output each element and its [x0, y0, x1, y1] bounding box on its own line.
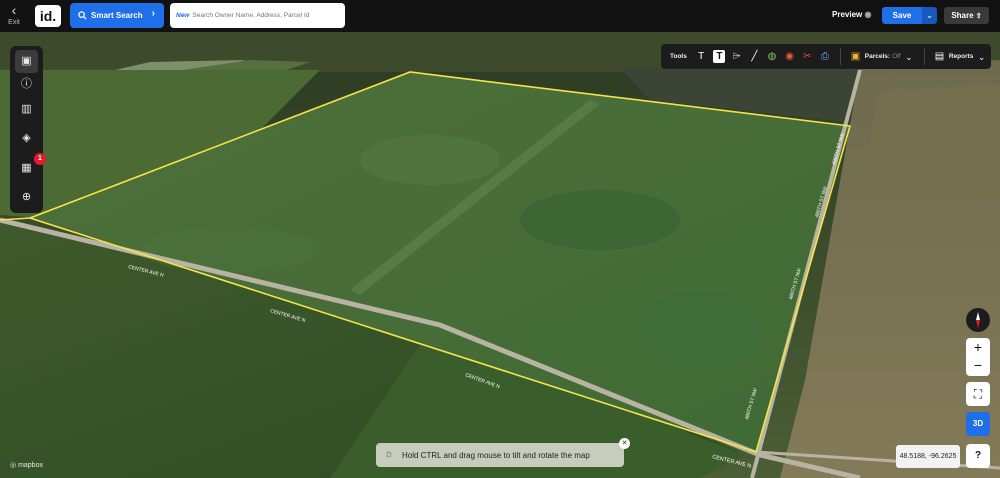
parcels-state: Off: [892, 53, 901, 60]
share-icon: ⇪: [975, 13, 982, 20]
zoom-control: + −: [966, 338, 990, 376]
exit-label: Exit: [8, 19, 20, 26]
layers-icon: ◈: [22, 132, 31, 144]
left-sidebar: ▣ ⓘ ▥ ◈ ▦ 1 ⊕: [10, 46, 46, 213]
top-bar: ‹ Exit id. Smart Search › New Preview ◉ …: [0, 0, 1000, 32]
buildings-button[interactable]: ▦ 1: [15, 153, 46, 180]
toolbar-divider: [924, 48, 926, 65]
parcels-label[interactable]: Parcels:: [865, 53, 890, 60]
location-icon: ⊕: [21, 191, 32, 203]
measure-tool-icon[interactable]: ╱: [746, 48, 763, 66]
info-button[interactable]: ⓘ: [15, 73, 38, 96]
compass-button[interactable]: [966, 308, 990, 332]
save-dropdown-button[interactable]: ⌄: [922, 7, 937, 24]
location-button[interactable]: ⊕: [15, 186, 38, 209]
toolbar-divider: [840, 48, 842, 65]
share-button[interactable]: Share ⇪: [944, 7, 989, 24]
zoom-out-button[interactable]: −: [966, 357, 990, 376]
label-tool-icon[interactable]: T: [713, 50, 726, 63]
tools-label: Tools: [670, 53, 687, 60]
mapbox-logo-icon: ◎: [10, 462, 17, 469]
preview-label: Preview: [832, 10, 863, 19]
save-button[interactable]: Save: [882, 7, 922, 24]
satellite-map: CENTER AVE N CENTER AVE N CENTER AVE N C…: [0, 32, 1000, 478]
chevron-right-icon: ›: [151, 8, 155, 19]
reports-label[interactable]: Reports: [949, 53, 974, 60]
mapbox-label: mapbox: [18, 462, 43, 469]
new-tag: New: [176, 12, 190, 19]
map-icon: ▥: [21, 103, 32, 115]
reports-icon: ▤: [934, 50, 945, 62]
chevron-left-icon: ‹: [11, 2, 17, 18]
map-button[interactable]: ▥: [15, 98, 38, 121]
map-canvas[interactable]: CENTER AVE N CENTER AVE N CENTER AVE N C…: [0, 32, 1000, 478]
search-icon: [78, 11, 87, 20]
panel-icon: ▣: [21, 55, 32, 67]
smart-search-label: Smart Search: [91, 11, 143, 20]
chevron-down-icon: ⌄: [925, 10, 934, 20]
tilt-hint-tooltip: ☼ Hold CTRL and drag mouse to tilt and r…: [376, 443, 624, 467]
smart-search-button[interactable]: Smart Search ›: [70, 3, 164, 28]
text-tool-icon[interactable]: T: [693, 48, 710, 66]
tilt-hint-text: Hold CTRL and drag mouse to tilt and rot…: [402, 450, 590, 460]
building-icon: ▦: [21, 162, 32, 174]
close-icon[interactable]: ✕: [619, 438, 630, 449]
search-box[interactable]: New: [170, 3, 345, 28]
scissors-icon[interactable]: ✂: [799, 48, 816, 66]
app-logo[interactable]: id.: [35, 5, 61, 27]
3d-toggle-button[interactable]: 3D: [966, 412, 990, 436]
zoom-in-button[interactable]: +: [966, 338, 990, 357]
map-toolbar: Tools T T ⌲ ╱ ◍ ◉ ✂ ⎙ ▣ Parcels: Off ⌄ ▤…: [661, 44, 991, 69]
compass-icon: [976, 312, 980, 328]
coordinates-readout: 48.5188, -96.2625: [896, 445, 960, 468]
print-icon[interactable]: ⎙: [817, 48, 834, 66]
fullscreen-icon: ⛶: [973, 387, 983, 401]
chevron-down-icon[interactable]: ⌄: [973, 48, 990, 66]
chevron-down-icon[interactable]: ⌄: [901, 48, 918, 66]
exit-button[interactable]: ‹ Exit: [4, 3, 24, 29]
lightbulb-icon: ☼: [384, 448, 395, 460]
help-button[interactable]: ?: [966, 444, 990, 468]
share-label: Share: [951, 11, 974, 20]
polygon-tool-icon[interactable]: ⌲: [728, 48, 745, 66]
info-icon: ⓘ: [21, 78, 32, 90]
mapbox-attribution[interactable]: ◎ mapbox: [10, 461, 43, 469]
notification-badge: 1: [34, 153, 46, 165]
globe-icon[interactable]: ◍: [764, 48, 781, 66]
panel-toggle-button[interactable]: ▣: [15, 50, 38, 73]
layers-button[interactable]: ◈: [15, 127, 38, 150]
fullscreen-button[interactable]: ⛶: [966, 382, 990, 406]
eye-icon: ◉: [864, 10, 872, 19]
record-icon[interactable]: ◉: [781, 48, 798, 66]
parcels-icon: ▣: [850, 50, 861, 62]
search-input[interactable]: [192, 12, 333, 19]
preview-button[interactable]: Preview ◉: [832, 10, 871, 19]
